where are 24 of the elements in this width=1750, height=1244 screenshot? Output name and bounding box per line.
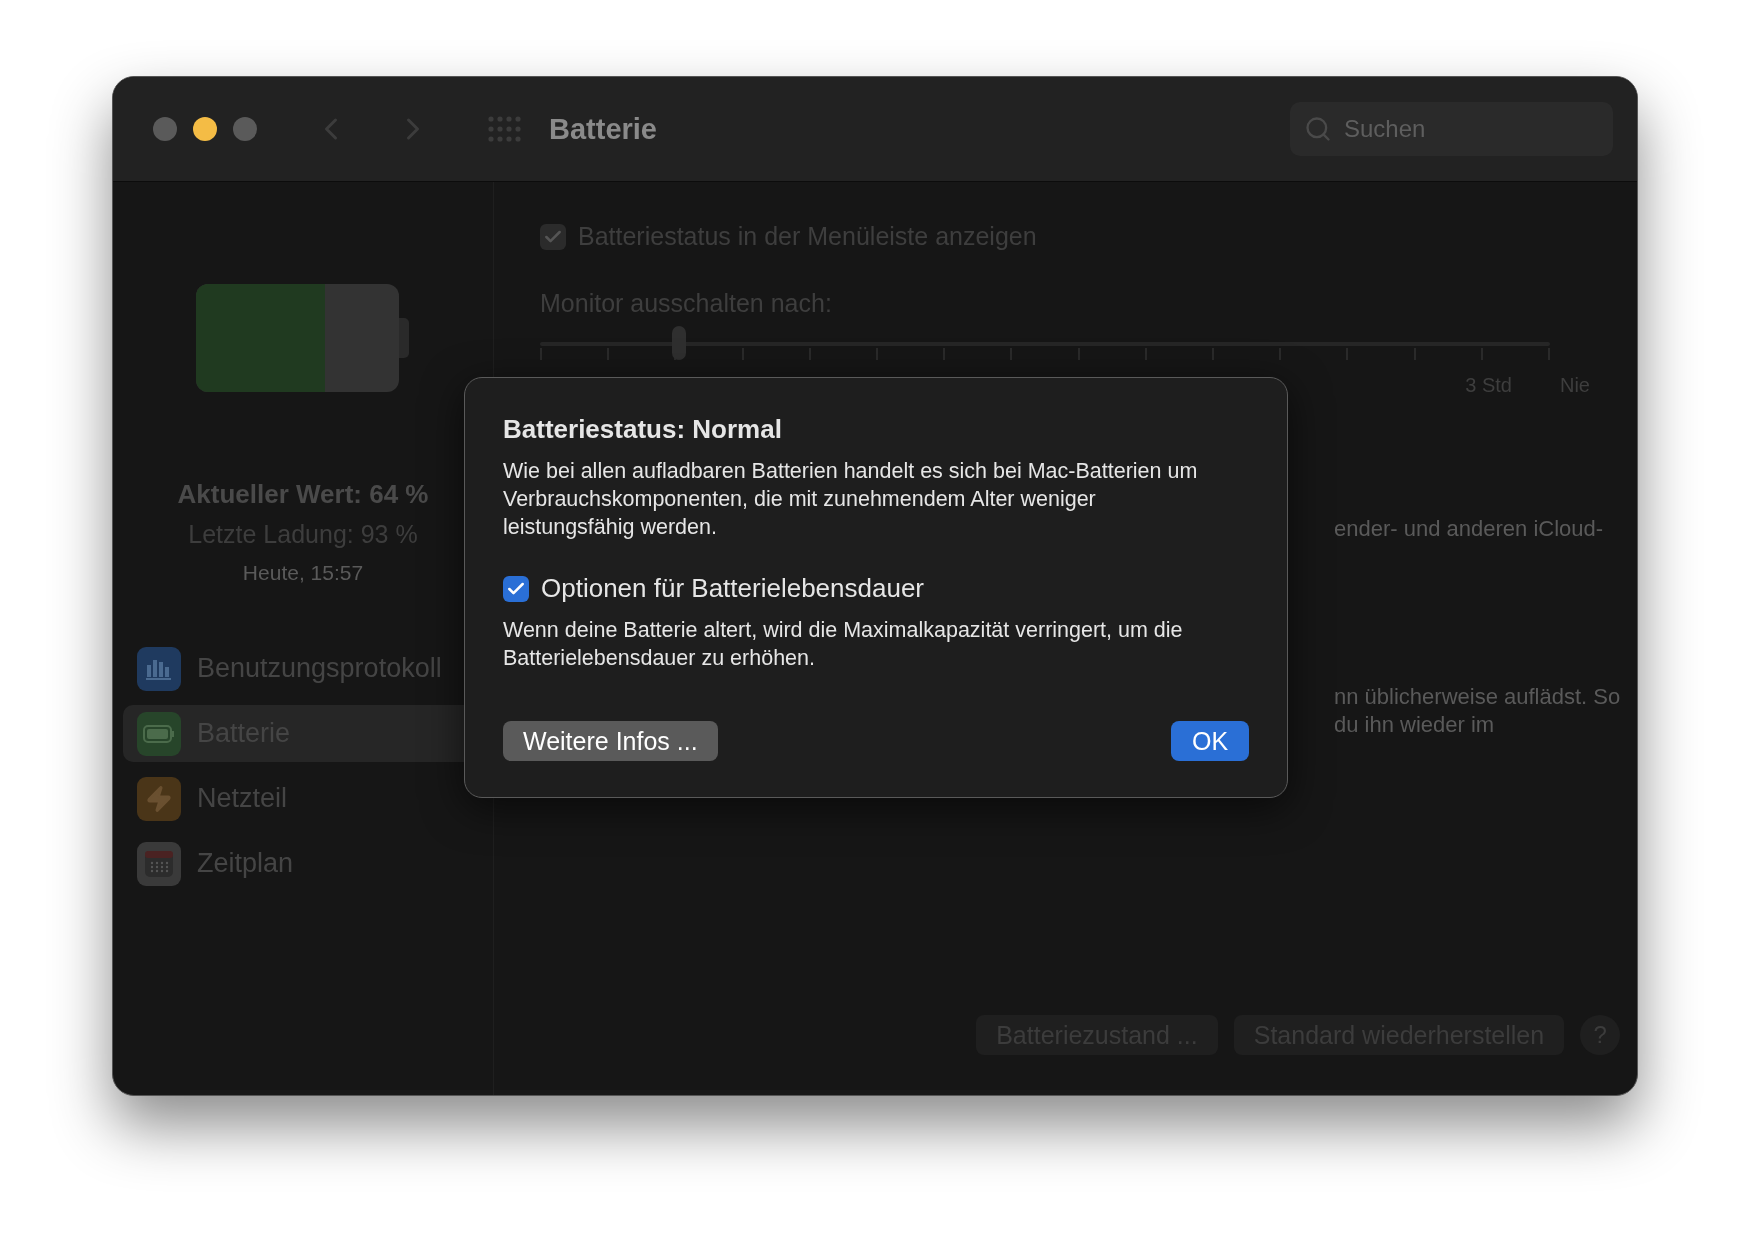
battery-icon bbox=[143, 724, 175, 743]
lightning-icon bbox=[145, 784, 173, 813]
description-text: du ihn wieder im bbox=[1334, 711, 1496, 739]
description-text: ender- und anderen iCloud- bbox=[1334, 515, 1605, 543]
more-info-button[interactable]: Weitere Infos ... bbox=[503, 721, 718, 761]
zoom-window-button[interactable] bbox=[233, 117, 257, 141]
window-title: Batterie bbox=[549, 112, 657, 146]
slider-track[interactable] bbox=[540, 326, 1550, 362]
dialog-title: Batteriestatus: Normal bbox=[503, 414, 783, 445]
charge-time: Heute, 15:57 bbox=[242, 561, 364, 585]
checkbox[interactable] bbox=[503, 575, 529, 602]
close-window-button[interactable] bbox=[153, 117, 177, 141]
description-text: nn üblicherweise auflädst. So bbox=[1334, 683, 1621, 711]
help-button[interactable]: ? bbox=[1580, 1015, 1621, 1055]
minimize-window-button[interactable] bbox=[193, 117, 217, 141]
checkbox[interactable] bbox=[540, 223, 566, 250]
dialog-text: Wie bei allen aufladbaren Batterien handelt es sich bei Mac-Batterien um Verbrauchskomponenten, die mit zunehmendem Alter weniger leistungsfähig werden. bbox=[503, 458, 1199, 541]
ok-button[interactable]: OK bbox=[1171, 721, 1249, 761]
slider-thumb[interactable] bbox=[672, 326, 687, 360]
calendar-icon bbox=[144, 849, 174, 878]
search-icon bbox=[1304, 115, 1332, 143]
dialog-text: Wenn deine Batterie altert, wird die Maximalkapazität verringert, um die Batterielebensdauer zu erhöhen. bbox=[503, 617, 1184, 672]
grid-icon[interactable] bbox=[487, 115, 523, 143]
checkbox-label: Optionen für Batterielebensdauer bbox=[541, 573, 925, 604]
